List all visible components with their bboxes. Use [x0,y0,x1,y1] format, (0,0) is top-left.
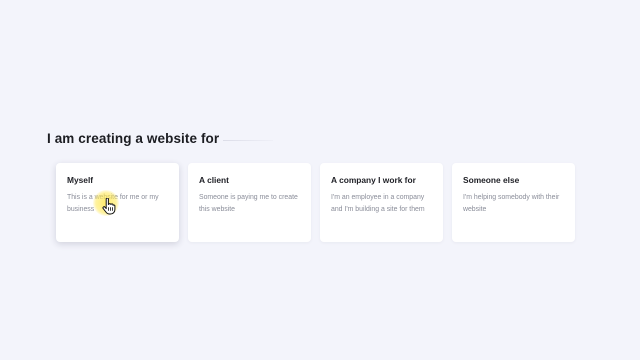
option-title: Myself [67,175,94,185]
option-description: Someone is paying me to create this webs… [199,194,298,213]
option-description: I'm an employee in a company and I'm bui… [331,194,425,213]
option-description: I'm helping somebody with their website [463,194,560,213]
option-description: This is a website for me or my business [67,194,159,213]
option-card-company[interactable]: A company I work for I'm an employee in … [320,163,443,242]
option-title: A client [199,175,229,185]
website-purpose-page: I am creating a website for Myself This … [0,0,640,360]
option-card-myself[interactable]: Myself This is a website for me or my bu… [56,163,179,242]
option-cards: Myself This is a website for me or my bu… [56,163,575,242]
option-card-a-client[interactable]: A client Someone is paying me to create … [188,163,311,242]
heading-divider [223,140,274,141]
option-card-someone-else[interactable]: Someone else I'm helping somebody with t… [452,163,575,242]
option-title: Someone else [463,175,520,185]
question-heading: I am creating a website for [47,131,220,146]
option-title: A company I work for [331,175,416,185]
question-header: I am creating a website for [47,131,274,146]
